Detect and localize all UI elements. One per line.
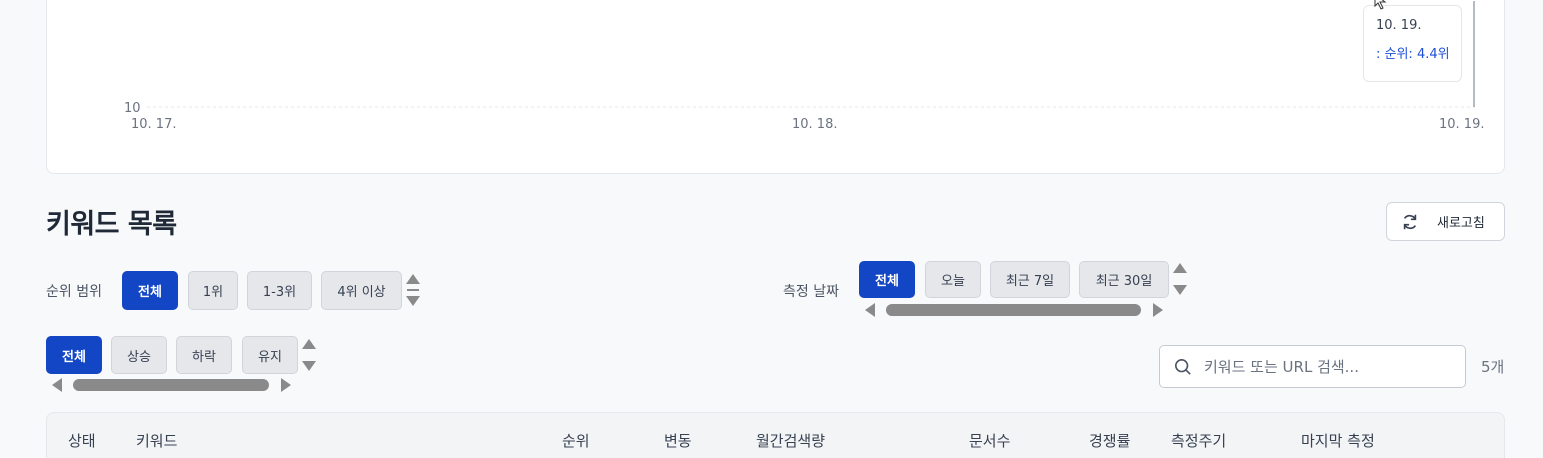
scroll-up-icon[interactable] bbox=[1173, 263, 1187, 273]
search-icon bbox=[1174, 358, 1191, 375]
column-header-status[interactable]: 상태 bbox=[68, 430, 96, 451]
rank-chart: 10 10. 17. 10. 18. 10. 19. bbox=[124, 1, 1484, 132]
rank-filter-top3[interactable]: 1-3위 bbox=[247, 271, 312, 310]
search-input[interactable] bbox=[1204, 357, 1454, 376]
search-box[interactable] bbox=[1159, 345, 1466, 388]
column-header-change[interactable]: 변동 bbox=[664, 430, 692, 451]
trend-filter-all[interactable]: 전체 bbox=[46, 336, 102, 374]
chart-card: 10 10. 17. 10. 18. 10. 19. 10. 19. : 순위:… bbox=[46, 0, 1505, 174]
column-header-documents[interactable]: 문서수 bbox=[969, 430, 1010, 451]
date-filter-scroll-spinner[interactable] bbox=[1173, 263, 1189, 297]
date-filter-all[interactable]: 전체 bbox=[859, 261, 915, 298]
x-tick-label: 10. 18. bbox=[792, 117, 837, 132]
keyword-table: 상태 키워드 순위 변동 월간검색량 문서수 경쟁률 측정주기 마지막 측정 bbox=[46, 412, 1505, 458]
x-tick-label: 10. 19. bbox=[1439, 117, 1484, 132]
scroll-up-icon[interactable] bbox=[406, 274, 420, 284]
date-filter-hscrollbar[interactable] bbox=[886, 304, 1141, 316]
trend-filter-same[interactable]: 유지 bbox=[242, 336, 298, 374]
chart-tooltip: 10. 19. : 순위: 4.4위 bbox=[1363, 5, 1462, 82]
rank-filter-first[interactable]: 1위 bbox=[188, 271, 238, 310]
date-filter-30days[interactable]: 최근 30일 bbox=[1079, 261, 1169, 298]
scroll-down-icon[interactable] bbox=[302, 361, 316, 371]
refresh-icon bbox=[1403, 214, 1417, 229]
rank-filter-label: 순위 범위 bbox=[46, 284, 102, 300]
rank-filter-scroll-spinner[interactable] bbox=[406, 274, 422, 308]
date-filter-today[interactable]: 오늘 bbox=[925, 261, 981, 298]
scroll-down-icon[interactable] bbox=[406, 296, 420, 306]
scroll-left-icon[interactable] bbox=[865, 303, 875, 317]
scroll-left-icon[interactable] bbox=[52, 378, 62, 392]
cursor-icon bbox=[1374, 0, 1387, 10]
trend-filter-down[interactable]: 하락 bbox=[176, 336, 232, 374]
column-header-interval[interactable]: 측정주기 bbox=[1171, 430, 1226, 451]
date-filter-7days[interactable]: 최근 7일 bbox=[990, 261, 1070, 298]
date-filter-label: 측정 날짜 bbox=[783, 284, 839, 300]
scroll-up-icon[interactable] bbox=[302, 339, 316, 349]
scroll-down-icon[interactable] bbox=[1173, 285, 1187, 295]
trend-filter-scroll-spinner[interactable] bbox=[302, 339, 318, 373]
tooltip-value: : 순위: 4.4위 bbox=[1376, 47, 1450, 62]
column-header-competition[interactable]: 경쟁률 bbox=[1089, 430, 1130, 451]
y-tick-label: 10 bbox=[124, 101, 141, 116]
scroll-right-icon[interactable] bbox=[281, 378, 291, 392]
x-tick-label: 10. 17. bbox=[131, 117, 176, 132]
rank-filter-all[interactable]: 전체 bbox=[122, 271, 178, 310]
refresh-label: 새로고침 bbox=[1437, 216, 1485, 231]
trend-filter-hscrollbar[interactable] bbox=[73, 379, 269, 391]
tooltip-date: 10. 19. bbox=[1376, 18, 1422, 33]
trend-filter-up[interactable]: 상승 bbox=[111, 336, 167, 374]
result-count: 5개 bbox=[1481, 358, 1505, 376]
column-header-keyword[interactable]: 키워드 bbox=[136, 430, 177, 451]
section-title: 키워드 목록 bbox=[46, 209, 177, 240]
column-header-rank[interactable]: 순위 bbox=[562, 430, 590, 451]
rank-filter-4plus[interactable]: 4위 이상 bbox=[321, 271, 402, 310]
refresh-button[interactable]: 새로고침 bbox=[1386, 202, 1505, 241]
spinner-divider bbox=[407, 289, 419, 291]
column-header-last-measured[interactable]: 마지막 측정 bbox=[1301, 430, 1375, 451]
column-header-monthly-searches[interactable]: 월간검색량 bbox=[756, 430, 825, 451]
scroll-right-icon[interactable] bbox=[1153, 303, 1163, 317]
